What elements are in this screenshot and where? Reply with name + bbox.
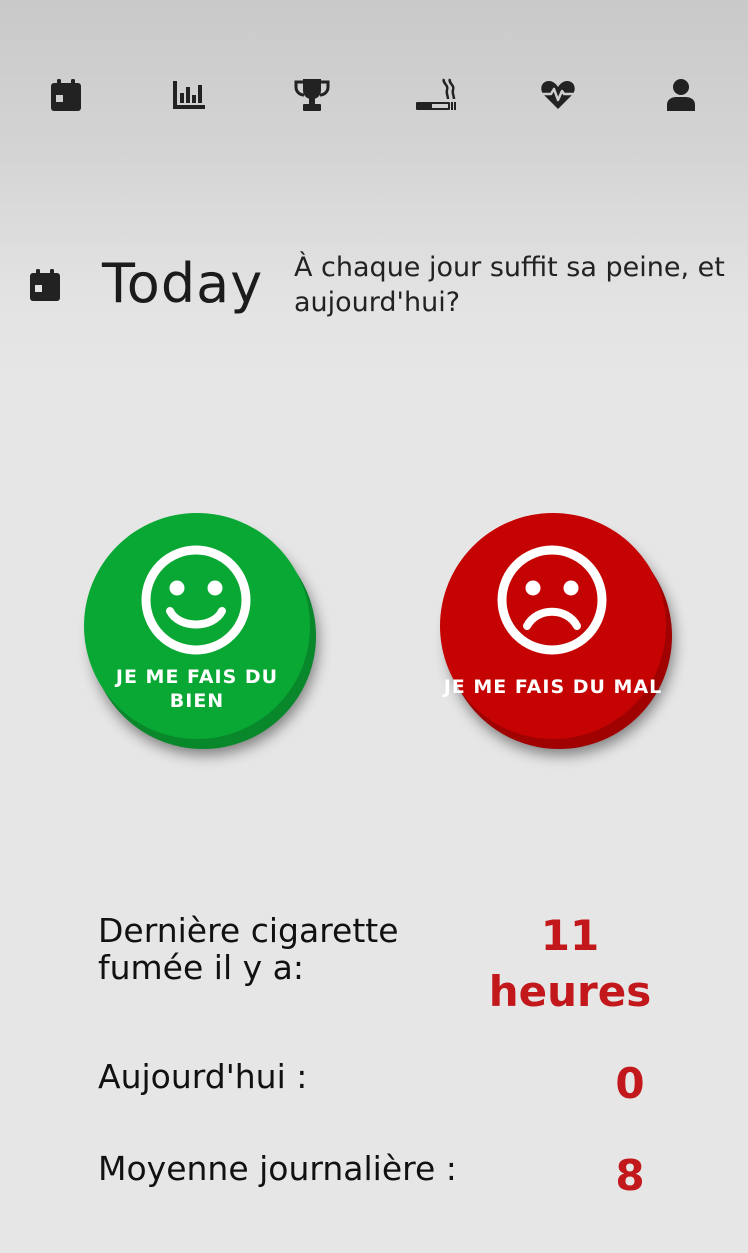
feel-good-button[interactable]: JE ME FAIS DU BIEN: [84, 513, 310, 739]
user-icon: [667, 79, 695, 111]
daily-average-label: Moyenne journalière :: [98, 1149, 457, 1188]
last-cigarette-value: 11: [540, 911, 600, 960]
feel-bad-button[interactable]: JE ME FAIS DU MAL: [440, 513, 666, 739]
nav-calendar-button[interactable]: [43, 72, 89, 118]
heartbeat-icon: [541, 81, 575, 109]
nav-health-button[interactable]: [535, 72, 581, 118]
feel-bad-label: JE ME FAIS DU MAL: [443, 676, 663, 698]
page-subtitle: À chaque jour suffit sa peine, et aujour…: [294, 252, 725, 318]
cigarette-icon: [416, 78, 456, 110]
feel-good-label: JE ME FAIS DU BIEN: [115, 666, 279, 712]
nav-cigarette-button[interactable]: [413, 72, 459, 118]
last-cigarette-label: Dernière cigarette fumée il y a:: [98, 911, 399, 987]
top-navigation: [0, 0, 748, 190]
trophy-icon: [294, 79, 330, 111]
nav-profile-button[interactable]: [658, 72, 704, 118]
smile-face-icon: [141, 545, 251, 655]
daily-average-value: 8: [615, 1151, 645, 1200]
sad-face-icon: [497, 545, 607, 655]
calendar-icon: [30, 269, 60, 301]
page-header: Today À chaque jour suffit sa peine, et …: [0, 240, 748, 340]
stats-icon: [173, 81, 205, 109]
today-count-label: Aujourd'hui :: [98, 1057, 308, 1096]
calendar-icon: [51, 79, 81, 111]
today-count-value: 0: [615, 1059, 645, 1108]
nav-stats-button[interactable]: [166, 72, 212, 118]
last-cigarette-unit: heures: [488, 967, 652, 1016]
page-title: Today: [102, 252, 264, 315]
nav-trophy-button[interactable]: [289, 72, 335, 118]
